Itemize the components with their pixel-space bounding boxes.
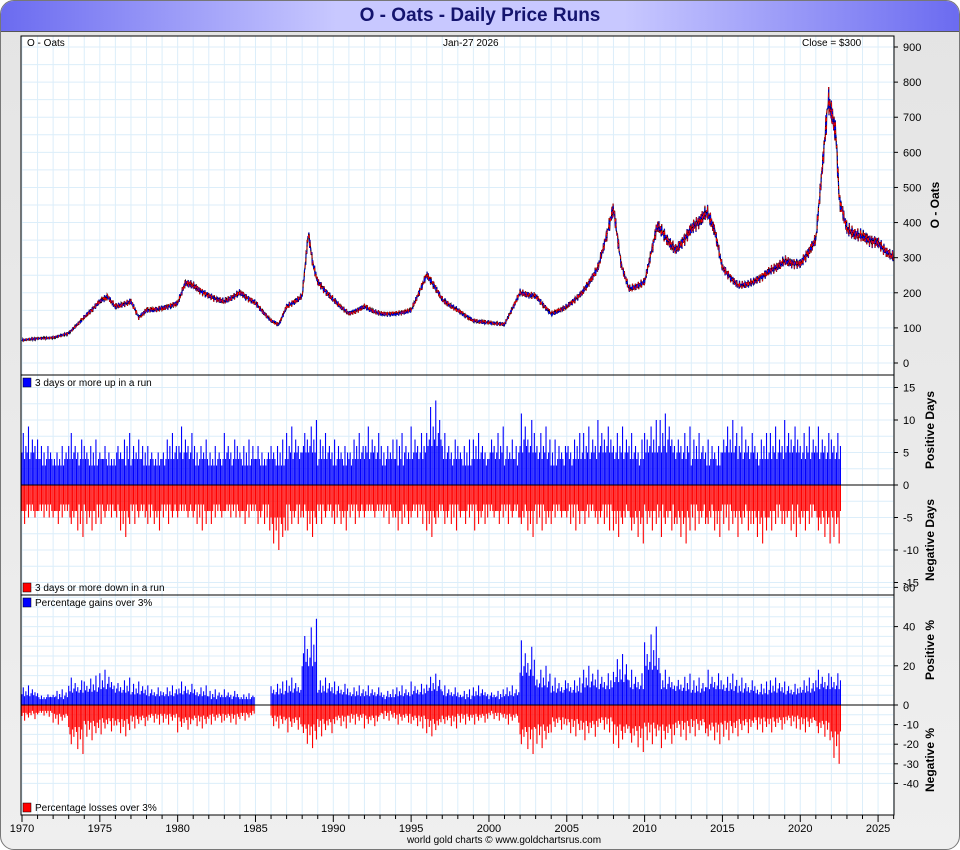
y-tick-label: 15 <box>903 383 915 395</box>
y-tick-label: 800 <box>903 77 921 89</box>
y-tick-label: -5 <box>903 513 913 525</box>
legend-swatch-pct-down <box>22 802 32 813</box>
x-tick-label: 1995 <box>399 823 423 835</box>
y-tick-label: 0 <box>903 480 909 492</box>
legend-runs-down: 3 days or more down in a run <box>35 583 165 594</box>
runs-up-axis-label: Positive Days <box>923 391 937 469</box>
x-tick-label: 1980 <box>165 823 189 835</box>
header-date: Jan-27 2026 <box>443 38 499 49</box>
y-tick-label: 0 <box>903 700 909 712</box>
y-tick-label: 0 <box>903 358 909 370</box>
y-tick-label: 200 <box>903 288 921 300</box>
runs-down-axis-label: Negative Days <box>923 499 937 581</box>
y-tick-label: 600 <box>903 147 921 159</box>
x-tick-label: 2000 <box>477 823 501 835</box>
footer-credit: world gold charts © www.goldchartsrus.co… <box>406 835 601 846</box>
x-tick-label: 2005 <box>555 823 579 835</box>
x-tick-label: 1990 <box>321 823 345 835</box>
y-tick-label: -30 <box>903 759 919 771</box>
legend-swatch-runs-up <box>22 377 32 388</box>
pct-down-axis-label: Negative % <box>923 728 937 792</box>
chart-canvas: 0100200300400500600700800900-15-10-50510… <box>10 35 942 846</box>
x-tick-label: 1975 <box>88 823 112 835</box>
y-tick-label: 5 <box>903 448 909 460</box>
y-tick-label: 300 <box>903 253 921 265</box>
pct-up-axis-label: Positive % <box>923 620 937 680</box>
x-tick-label: 2010 <box>632 823 656 835</box>
x-tick-label: 2025 <box>866 823 890 835</box>
y-tick-label: 20 <box>903 661 915 673</box>
y-tick-label: 500 <box>903 182 921 194</box>
x-tick-label: 2020 <box>788 823 812 835</box>
y-tick-label: 700 <box>903 112 921 124</box>
y-tick-label: 900 <box>903 42 921 54</box>
legend-pct-up: Percentage gains over 3% <box>35 598 152 609</box>
x-tick-label: 1985 <box>243 823 267 835</box>
header-symbol: O - Oats <box>27 38 65 49</box>
y-tick-label: -20 <box>903 739 919 751</box>
y-tick-label: 100 <box>903 323 921 335</box>
legend-swatch-runs-down <box>22 582 32 593</box>
legend-runs-up: 3 days or more up in a run <box>35 378 152 389</box>
y-tick-label: 10 <box>903 415 915 427</box>
y-tick-label: 60 <box>903 582 915 594</box>
x-tick-label: 1970 <box>10 823 34 835</box>
y-tick-label: 400 <box>903 218 921 230</box>
legend-pct-down: Percentage losses over 3% <box>35 803 157 814</box>
y-tick-label: -10 <box>903 720 919 732</box>
x-tick-label: 2015 <box>710 823 734 835</box>
y-tick-label: -10 <box>903 545 919 557</box>
price-axis-label: O - Oats <box>928 181 942 228</box>
y-tick-label: 40 <box>903 622 915 634</box>
legend-swatch-pct-up <box>22 597 32 608</box>
y-tick-label: -40 <box>903 778 919 790</box>
header-close: Close = $300 <box>802 38 862 49</box>
